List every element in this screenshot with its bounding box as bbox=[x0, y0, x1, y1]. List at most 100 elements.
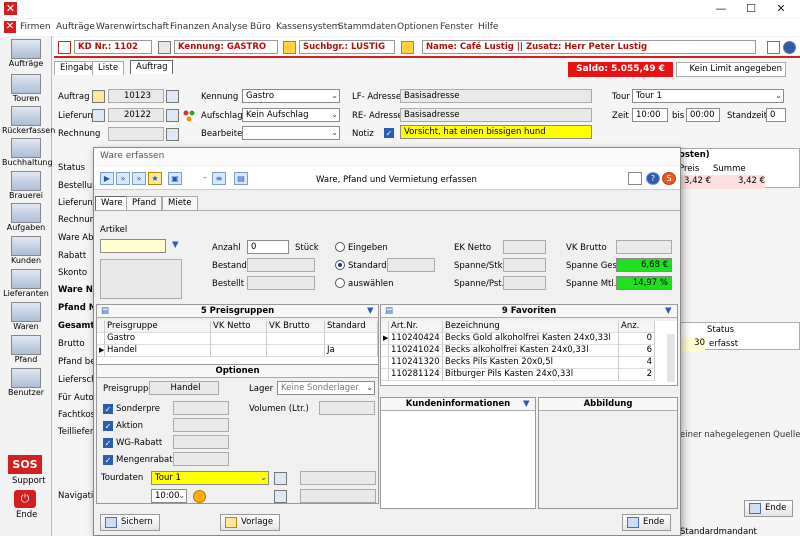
minimize-button[interactable]: — bbox=[706, 1, 736, 17]
tab-liste[interactable]: Liste bbox=[92, 61, 125, 75]
tab-pfand[interactable]: Pfand bbox=[126, 196, 163, 210]
help-icon[interactable] bbox=[783, 41, 796, 54]
ende-label-main: Ende bbox=[765, 503, 787, 513]
menu-buero[interactable]: Büro bbox=[250, 22, 271, 32]
vorlage-button[interactable]: Vorlage bbox=[220, 514, 281, 531]
fast-forward-icon[interactable]: » bbox=[116, 172, 130, 185]
menu-firmen[interactable]: Firmen bbox=[20, 22, 51, 32]
pencil-icon[interactable] bbox=[283, 41, 296, 54]
sidebar-item-aufgaben[interactable]: Aufgaben bbox=[2, 202, 50, 236]
form-icon[interactable]: ▤ bbox=[234, 172, 248, 185]
search-icon[interactable] bbox=[166, 109, 179, 122]
chevron-down-icon[interactable]: ▼ bbox=[523, 399, 530, 409]
gear-icon[interactable] bbox=[158, 41, 171, 54]
chevron-down-icon[interactable]: ▼ bbox=[367, 306, 374, 316]
tour-value: Tour 1 bbox=[636, 91, 662, 101]
close-button[interactable]: ✕ bbox=[766, 1, 796, 17]
pencil-icon[interactable] bbox=[401, 41, 414, 54]
sichern-button[interactable]: Sichern bbox=[100, 514, 160, 531]
radio-auswaehlen[interactable] bbox=[335, 278, 345, 288]
sonderpreis-checkbox[interactable]: ✓ bbox=[103, 404, 113, 414]
tab-auftrag[interactable]: Auftrag bbox=[130, 60, 174, 74]
clock-icon[interactable] bbox=[193, 490, 206, 503]
window-icon[interactable] bbox=[767, 41, 780, 54]
menu-kassensystem[interactable]: Kassensystem bbox=[276, 22, 340, 32]
menu-stammdaten[interactable]: Stammdaten bbox=[338, 22, 396, 32]
sos-small-icon[interactable]: S bbox=[662, 172, 676, 185]
aufschlag-select[interactable]: Kein Aufschlag ⌄ bbox=[242, 108, 340, 122]
aktion-checkbox[interactable]: ✓ bbox=[103, 421, 113, 431]
play-icon[interactable]: ▶ bbox=[100, 172, 114, 185]
sidebar-item-pfand[interactable]: Pfand bbox=[2, 334, 50, 368]
star-icon[interactable]: ★ bbox=[148, 172, 162, 185]
window-icon[interactable] bbox=[628, 172, 642, 185]
chevron-down-icon: ⌄ bbox=[331, 110, 338, 119]
menu-analyse[interactable]: Analyse bbox=[212, 22, 247, 32]
tour-select[interactable]: Tour 1 ⌄ bbox=[632, 89, 784, 103]
search-icon[interactable] bbox=[166, 90, 179, 103]
menu-finanzen[interactable]: Finanzen bbox=[170, 22, 210, 32]
volumen-field bbox=[319, 401, 375, 415]
maximize-button[interactable]: ☐ bbox=[736, 1, 766, 17]
colored-dots-icon[interactable] bbox=[182, 109, 195, 122]
power-icon[interactable]: ⏻ bbox=[14, 490, 36, 508]
sidebar-item-kunden[interactable]: Kunden bbox=[2, 235, 50, 269]
sidebar-item-auftraege[interactable]: Aufträge bbox=[2, 38, 50, 72]
lieferung-field[interactable]: 20122 bbox=[108, 108, 164, 122]
list-icon[interactable]: ≡ bbox=[212, 172, 226, 185]
artikel-field[interactable] bbox=[100, 239, 166, 253]
zeit-bis-field[interactable]: 00:00 bbox=[686, 108, 720, 122]
menu-fenster[interactable]: Fenster bbox=[440, 22, 473, 32]
wg-rabatt-checkbox[interactable]: ✓ bbox=[103, 438, 113, 448]
customers-icon bbox=[11, 236, 41, 256]
notiz-checkbox[interactable]: ✓ bbox=[384, 128, 394, 138]
menu-hilfe[interactable]: Hilfe bbox=[478, 22, 498, 32]
document-icon[interactable] bbox=[92, 109, 105, 122]
radio-eingeben[interactable] bbox=[335, 242, 345, 252]
lf-adresse-field[interactable]: Basisadresse bbox=[400, 89, 592, 103]
auftrag-field[interactable]: 10123 bbox=[108, 89, 164, 103]
chevron-down-icon[interactable]: ▼ bbox=[172, 240, 179, 250]
menu-warenwirtschaft[interactable]: Warenwirtschaft bbox=[96, 22, 169, 32]
radio-standard[interactable] bbox=[335, 260, 345, 270]
sidebar-item-rueckerfassen[interactable]: Rückerfassen bbox=[2, 105, 55, 139]
sidebar-item-buchhaltung[interactable]: Buchhaltung bbox=[2, 137, 53, 171]
tab-miete[interactable]: Miete bbox=[162, 196, 198, 210]
anzahl-field[interactable]: 0 bbox=[247, 240, 289, 254]
tab-ware[interactable]: Ware bbox=[95, 196, 129, 210]
skip-forward-icon[interactable]: » bbox=[132, 172, 146, 185]
chevron-down-icon[interactable]: ▼ bbox=[665, 306, 672, 316]
ende-button-main[interactable]: Ende bbox=[744, 500, 794, 517]
tour-time-field[interactable]: 10:00 ⌄ bbox=[151, 489, 187, 503]
minus-icon[interactable]: – bbox=[200, 172, 210, 185]
sidebar-item-label: Aufträge bbox=[8, 59, 44, 68]
save-icon[interactable]: ▣ bbox=[168, 172, 182, 185]
menu-auftraege[interactable]: Aufträge bbox=[56, 22, 95, 32]
kennung-select[interactable]: Gastro ⌄ bbox=[242, 89, 340, 103]
sidebar-item-benutzer[interactable]: Benutzer bbox=[2, 367, 50, 401]
user-icon[interactable] bbox=[92, 90, 105, 103]
stueck-label: Stück bbox=[295, 243, 319, 253]
rechnung-field[interactable] bbox=[108, 127, 164, 141]
sidebar-item-touren[interactable]: Touren bbox=[2, 73, 50, 107]
favoriten-scrollbar[interactable] bbox=[667, 334, 675, 382]
lager-select[interactable]: Keine Sonderlager ⌄ bbox=[277, 381, 375, 395]
app-menu-icon[interactable]: ✕ bbox=[4, 21, 16, 33]
sidebar-item-waren[interactable]: Waren bbox=[2, 301, 50, 335]
standzeit-field[interactable]: 0 bbox=[766, 108, 786, 122]
sidebar-item-lieferanten[interactable]: Lieferanten bbox=[2, 268, 50, 302]
re-adresse-field[interactable]: Basisadresse bbox=[400, 108, 592, 122]
sos-icon[interactable]: SOS bbox=[8, 455, 42, 474]
bearbeiter-select[interactable]: ⌄ bbox=[242, 126, 340, 140]
save-icon[interactable] bbox=[274, 490, 287, 503]
mengenrabatt-checkbox[interactable]: ✓ bbox=[103, 455, 113, 465]
calendar-icon[interactable] bbox=[274, 472, 287, 485]
notiz-field[interactable]: Vorsicht, hat einen bissigen hund bbox=[400, 125, 592, 139]
menu-optionen[interactable]: Optionen bbox=[397, 22, 438, 32]
search-icon[interactable] bbox=[166, 128, 179, 141]
ende-button[interactable]: Ende bbox=[622, 514, 672, 531]
help-icon[interactable]: ? bbox=[646, 172, 660, 185]
zeit-von-field[interactable]: 10:00 bbox=[632, 108, 668, 122]
tourdaten-select[interactable]: Tour 1 ⌄ bbox=[151, 471, 269, 485]
sidebar-item-brauerei[interactable]: Brauerei bbox=[2, 170, 50, 204]
